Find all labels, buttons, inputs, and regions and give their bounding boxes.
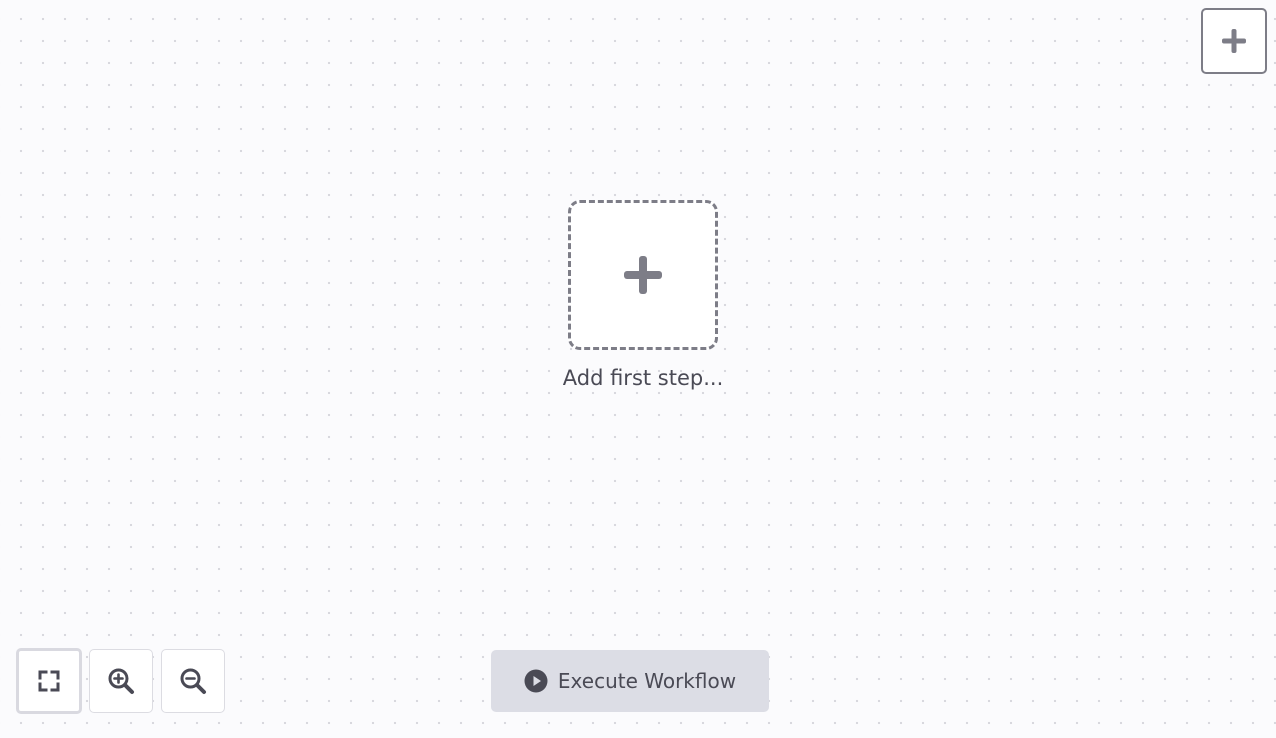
add-node-button[interactable] [1201, 8, 1267, 74]
zoom-out-icon [179, 667, 207, 695]
fit-view-icon [37, 669, 61, 693]
zoom-in-icon [107, 667, 135, 695]
zoom-controls [16, 648, 225, 714]
zoom-out-button[interactable] [161, 649, 225, 713]
fit-view-button[interactable] [16, 648, 82, 714]
workflow-canvas[interactable]: Add first step... Execute Workflow [0, 0, 1276, 738]
execute-workflow-label: Execute Workflow [557, 669, 737, 693]
play-circle-icon [524, 669, 548, 693]
plus-icon [622, 254, 664, 296]
zoom-in-button[interactable] [89, 649, 153, 713]
add-first-step: Add first step... [555, 200, 731, 390]
add-first-step-label: Add first step... [562, 366, 724, 390]
add-first-step-button[interactable] [568, 200, 718, 350]
execute-workflow-button[interactable]: Execute Workflow [491, 650, 769, 712]
plus-icon [1220, 27, 1248, 55]
